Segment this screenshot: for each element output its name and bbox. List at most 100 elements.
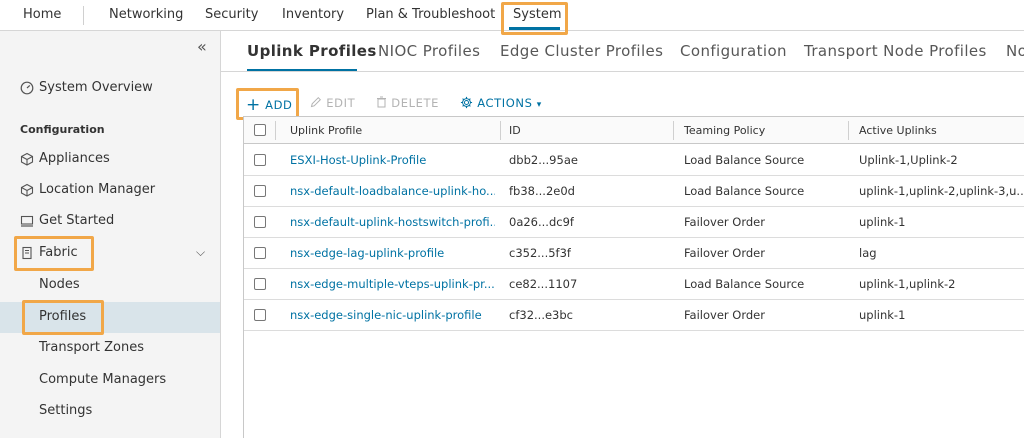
select-all-checkbox[interactable] [254, 124, 266, 136]
nav-system[interactable]: System [513, 0, 561, 30]
column-header-uplink-profile[interactable]: Uplink Profile [290, 124, 362, 137]
table-row[interactable]: nsx-edge-lag-uplink-profile c352...5f3f … [244, 238, 1024, 269]
row-checkbox[interactable] [254, 185, 266, 197]
sidebar-item-label: Compute Managers [39, 372, 167, 387]
sidebar-item-location-manager[interactable]: Location Manager [0, 175, 220, 206]
tab-active-indicator [247, 69, 357, 71]
sidebar-item-label: Fabric [39, 245, 78, 260]
sidebar-item-label: Appliances [39, 151, 110, 166]
nav-active-indicator [509, 27, 560, 30]
delete-label: DELETE [391, 96, 439, 110]
column-separator [500, 121, 501, 140]
teaming-policy: Load Balance Source [684, 277, 805, 291]
edit-label: EDIT [326, 96, 356, 110]
column-header-active-uplinks[interactable]: Active Uplinks [859, 124, 937, 137]
delete-button[interactable]: DELETE [376, 96, 439, 110]
row-checkbox[interactable] [254, 278, 266, 290]
cube-icon [20, 152, 34, 166]
sidebar-item-system-overview[interactable]: System Overview [0, 73, 220, 104]
nav-security[interactable]: Security [205, 0, 258, 30]
sidebar-item-compute-managers[interactable]: Compute Managers [0, 365, 220, 396]
column-separator [848, 121, 849, 140]
tab-nioc-profiles[interactable]: NIOC Profiles [378, 42, 480, 60]
column-separator [673, 121, 674, 140]
sidebar-item-label: Nodes [39, 277, 80, 292]
active-uplinks: uplink-1 [859, 308, 906, 322]
nav-networking[interactable]: Networking [109, 0, 183, 30]
sidebar-item-fabric[interactable]: Fabric ⌵ [0, 238, 220, 269]
table-row[interactable]: nsx-default-loadbalance-uplink-ho... fb3… [244, 176, 1024, 207]
plus-icon: + [246, 95, 261, 115]
uplink-profile-link[interactable]: ESXI-Host-Uplink-Profile [290, 153, 490, 167]
profile-id: ce82...1107 [509, 277, 578, 291]
add-label: ADD [265, 98, 293, 112]
active-uplinks: lag [859, 246, 877, 260]
profile-tabs: Uplink Profiles NIOC Profiles Edge Clust… [221, 31, 1024, 72]
gear-icon [460, 96, 473, 109]
table-row[interactable]: nsx-edge-single-nic-uplink-profile cf32.… [244, 300, 1024, 331]
uplink-profile-link[interactable]: nsx-default-loadbalance-uplink-ho... [290, 184, 495, 198]
sidebar-item-label: Profiles [39, 309, 87, 324]
column-header-teaming-policy[interactable]: Teaming Policy [684, 124, 765, 137]
teaming-policy: Failover Order [684, 215, 765, 229]
tab-configuration[interactable]: Configuration [680, 42, 787, 60]
sidebar-item-nodes[interactable]: Nodes [0, 270, 220, 301]
tab-transport-node-profiles[interactable]: Transport Node Profiles [804, 42, 987, 60]
table-row[interactable]: nsx-default-uplink-hostswitch-profi... 0… [244, 207, 1024, 238]
uplink-profile-link[interactable]: nsx-edge-single-nic-uplink-profile [290, 308, 495, 322]
profile-id: fb38...2e0d [509, 184, 575, 198]
profile-id: 0a26...dc9f [509, 215, 574, 229]
cube-icon [20, 183, 34, 197]
column-header-id[interactable]: ID [509, 124, 521, 137]
monitor-icon [20, 215, 34, 227]
sidebar-item-get-started[interactable]: Get Started [0, 206, 220, 237]
sidebar-item-label: System Overview [39, 80, 153, 95]
active-uplinks: Uplink-1,Uplink-2 [859, 153, 958, 167]
sidebar-item-label: Location Manager [39, 182, 156, 197]
row-checkbox[interactable] [254, 247, 266, 259]
teaming-policy: Failover Order [684, 246, 765, 260]
trash-icon [377, 96, 386, 108]
top-navigation: Home Networking Security Inventory Plan … [0, 0, 1024, 31]
uplink-profile-link[interactable]: nsx-edge-lag-uplink-profile [290, 246, 495, 260]
teaming-policy: Load Balance Source [684, 184, 805, 198]
tab-overflow[interactable]: No [1006, 42, 1024, 60]
pencil-icon [310, 96, 322, 108]
table-row[interactable]: nsx-edge-multiple-vteps-uplink-pr... ce8… [244, 269, 1024, 300]
table-row[interactable]: ESXI-Host-Uplink-Profile dbb2...95ae Loa… [244, 145, 1024, 176]
tab-uplink-profiles[interactable]: Uplink Profiles [247, 42, 377, 60]
row-checkbox[interactable] [254, 154, 266, 166]
row-checkbox[interactable] [254, 216, 266, 228]
sidebar-item-label: Settings [39, 403, 93, 418]
chevron-down-icon: ▾ [536, 100, 542, 110]
active-uplinks: uplink-1 [859, 215, 906, 229]
profile-id: c352...5f3f [509, 246, 571, 260]
uplink-profile-link[interactable]: nsx-edge-multiple-vteps-uplink-pr... [290, 277, 495, 291]
uplink-profiles-grid: Uplink Profile ID Teaming Policy Active … [243, 116, 1024, 438]
nav-home[interactable]: Home [23, 0, 61, 30]
active-uplinks: uplink-1,uplink-2,uplink-3,u... [859, 184, 1024, 198]
sidebar-item-profiles[interactable]: Profiles [0, 302, 220, 333]
chevron-down-icon[interactable]: ⌵ [196, 245, 205, 260]
tab-edge-cluster-profiles[interactable]: Edge Cluster Profiles [500, 42, 663, 60]
actions-menu[interactable]: ACTIONS ▾ [460, 96, 542, 110]
sidebar-item-settings[interactable]: Settings [0, 396, 220, 427]
nav-separator [83, 6, 84, 25]
sidebar-item-label: Transport Zones [39, 340, 145, 355]
uplink-profile-link[interactable]: nsx-default-uplink-hostswitch-profi... [290, 215, 495, 229]
active-uplinks: uplink-1,uplink-2 [859, 277, 956, 291]
server-icon [22, 246, 32, 260]
sidebar-item-label: Get Started [39, 213, 115, 228]
row-checkbox[interactable] [254, 309, 266, 321]
profile-id: dbb2...95ae [509, 153, 578, 167]
sidebar-item-transport-zones[interactable]: Transport Zones [0, 333, 220, 364]
nav-plan-troubleshoot[interactable]: Plan & Troubleshoot [366, 0, 495, 30]
collapse-sidebar-icon[interactable]: « [197, 37, 207, 56]
add-button[interactable]: + ADD [246, 94, 293, 115]
column-separator [275, 121, 276, 140]
nav-inventory[interactable]: Inventory [282, 0, 344, 30]
sidebar-item-appliances[interactable]: Appliances [0, 144, 220, 175]
grid-header: Uplink Profile ID Teaming Policy Active … [244, 117, 1024, 144]
sidebar-heading-configuration: Configuration [20, 123, 105, 136]
edit-button[interactable]: EDIT [310, 96, 355, 110]
